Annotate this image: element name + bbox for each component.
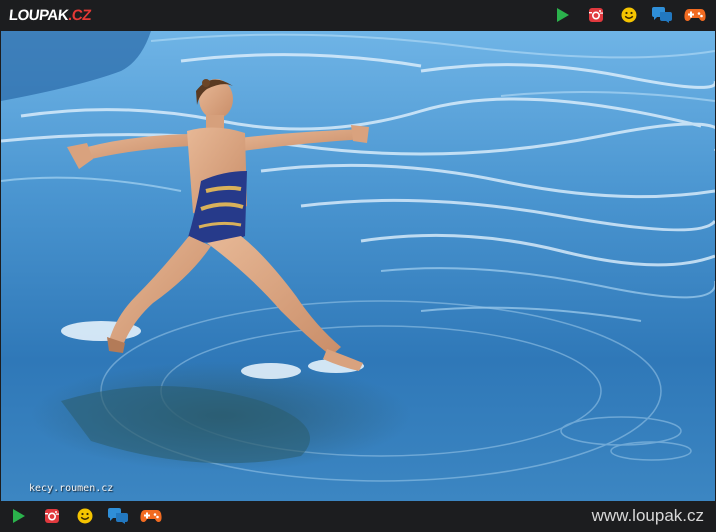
instagram-icon[interactable] xyxy=(585,5,607,25)
gamepad-icon[interactable] xyxy=(684,5,706,25)
top-bar: LOUPAK .CZ xyxy=(0,0,716,31)
site-logo[interactable]: LOUPAK .CZ xyxy=(8,5,92,25)
bottom-icon-bar xyxy=(8,506,162,526)
photo-illustration xyxy=(1,31,715,501)
synchronized-swimmer-photo: kecy.roumen.cz xyxy=(1,31,715,501)
logo-main-text: LOUPAK xyxy=(8,6,70,24)
smiley-icon[interactable] xyxy=(618,5,640,25)
instagram-icon[interactable] xyxy=(41,506,63,526)
logo-suffix-text: .CZ xyxy=(67,6,92,24)
site-url-link[interactable]: www.loupak.cz xyxy=(592,506,704,526)
bottom-bar: www.loupak.cz xyxy=(0,501,716,532)
smiley-icon[interactable] xyxy=(74,506,96,526)
chat-icon[interactable] xyxy=(107,506,129,526)
watermark-text: kecy.roumen.cz xyxy=(29,483,114,494)
play-icon[interactable] xyxy=(8,506,30,526)
play-icon[interactable] xyxy=(552,5,574,25)
top-icon-bar xyxy=(552,5,706,25)
gamepad-icon[interactable] xyxy=(140,506,162,526)
chat-icon[interactable] xyxy=(651,5,673,25)
